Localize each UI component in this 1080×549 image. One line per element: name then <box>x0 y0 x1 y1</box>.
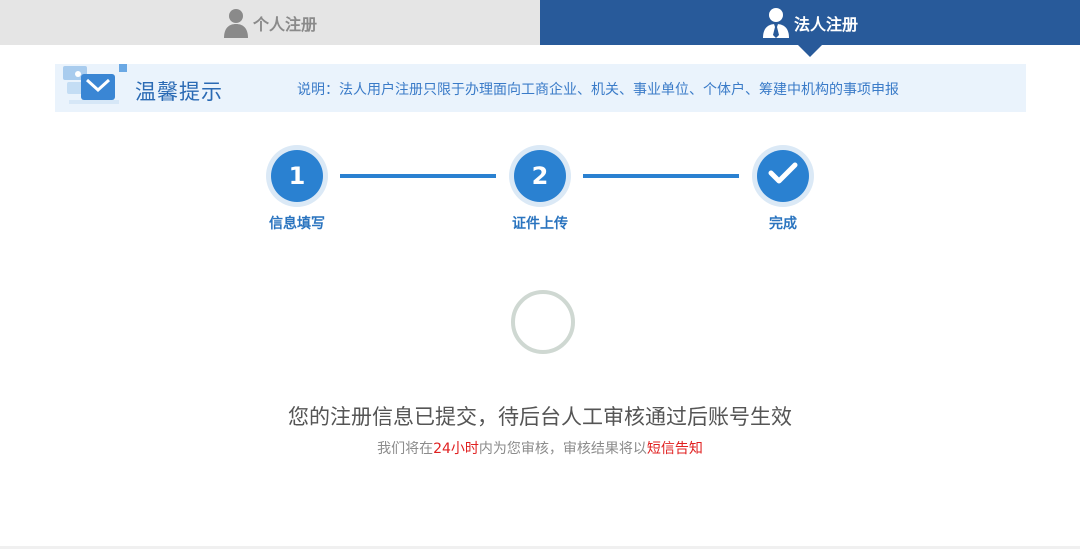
progress-steps: 1 2 信息填写 证件上传 完成 <box>0 0 1080 240</box>
step-1-number: 1 <box>271 150 323 202</box>
registration-page: 个人注册 法人注册 温馨提示 说明：法人用户注册只限于办理面向工商企业、机关、事… <box>0 0 1080 549</box>
step-connector-1 <box>340 174 496 178</box>
check-icon <box>768 161 798 191</box>
review-notice-middle: 内为您审核，审核结果将以 <box>478 441 647 457</box>
step-3-label: 完成 <box>769 216 797 232</box>
review-notice-prefix: 我们将在 <box>377 441 434 457</box>
notification-method: 短信告知 <box>646 441 703 457</box>
step-2-number: 2 <box>514 150 566 202</box>
step-connector-2 <box>583 174 739 178</box>
loading-spinner-icon <box>511 290 575 354</box>
step-3-badge <box>757 150 809 202</box>
step-1-label: 信息填写 <box>269 216 325 232</box>
review-notice: 我们将在24小时内为您审核，审核结果将以短信告知 <box>0 438 1080 458</box>
step-2-label: 证件上传 <box>512 216 568 232</box>
review-time: 24小时 <box>433 441 479 457</box>
step-1-circle: 1 <box>266 145 328 207</box>
step-2-circle: 2 <box>509 145 571 207</box>
step-3-circle <box>752 145 814 207</box>
submission-message: 您的注册信息已提交，待后台人工审核通过后账号生效 <box>288 405 792 429</box>
